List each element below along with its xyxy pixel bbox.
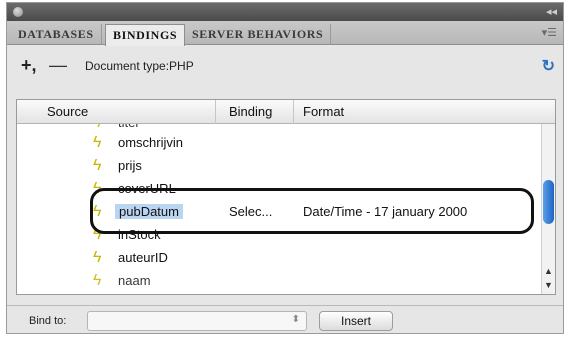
tab-databases[interactable]: DATABASES (11, 24, 102, 45)
list-item[interactable]: ϟ omschrijvin (17, 132, 543, 155)
collapse-icon[interactable]: ◂◂ (546, 5, 557, 18)
bindings-panel: ◂◂ DATABASES BINDINGS SERVER BEHAVIORS ▾… (6, 2, 564, 334)
toolbar: +, — Document type:PHP ↻ (7, 45, 563, 89)
scroll-down-icon[interactable]: ▼ (544, 280, 553, 290)
lightning-bolt-icon: ϟ (93, 157, 102, 174)
selection-callout (90, 188, 534, 234)
bindings-list[interactable]: Source Binding Format ϟ titel Source Bin… (16, 99, 556, 295)
panel-tabs: DATABASES BINDINGS SERVER BEHAVIORS ▾☰ (7, 21, 563, 46)
bind-to-select[interactable]: ⬍ (87, 311, 307, 331)
vertical-scrollbar[interactable]: ▲ ▼ (541, 124, 555, 294)
list-item[interactable]: ϟ prijs (17, 155, 543, 178)
add-binding-button[interactable]: +, (21, 55, 37, 76)
lightning-bolt-icon: ϟ (93, 272, 102, 289)
tab-server-behaviors[interactable]: SERVER BEHAVIORS (185, 24, 332, 45)
close-icon[interactable] (13, 7, 23, 17)
list-item[interactable]: ϟ naam (17, 270, 543, 293)
list-item[interactable]: ϟ auteurID (17, 247, 543, 270)
lightning-bolt-icon: ϟ (93, 134, 102, 151)
header-source-label: Source (47, 104, 89, 119)
header-binding-label: Binding (229, 104, 273, 119)
lightning-bolt-icon: ϟ (93, 249, 102, 266)
insert-button[interactable]: Insert (319, 311, 393, 331)
scroll-up-icon[interactable]: ▲ (544, 266, 553, 276)
chevron-updown-icon: ⬍ (291, 314, 300, 325)
refresh-icon[interactable]: ↻ (542, 56, 555, 76)
panel-titlebar: ◂◂ (7, 3, 563, 21)
remove-binding-button[interactable]: — (49, 55, 67, 76)
header-format-label: Format (303, 104, 345, 119)
scroll-thumb[interactable] (543, 180, 554, 224)
bind-footer: Bind to: ⬍ Insert (7, 305, 563, 335)
bind-to-label: Bind to: (29, 315, 67, 327)
tab-bindings[interactable]: BINDINGS (105, 24, 186, 46)
panel-menu-icon[interactable]: ▾☰ (542, 26, 557, 39)
document-type-label: Document type:PHP (85, 59, 194, 73)
